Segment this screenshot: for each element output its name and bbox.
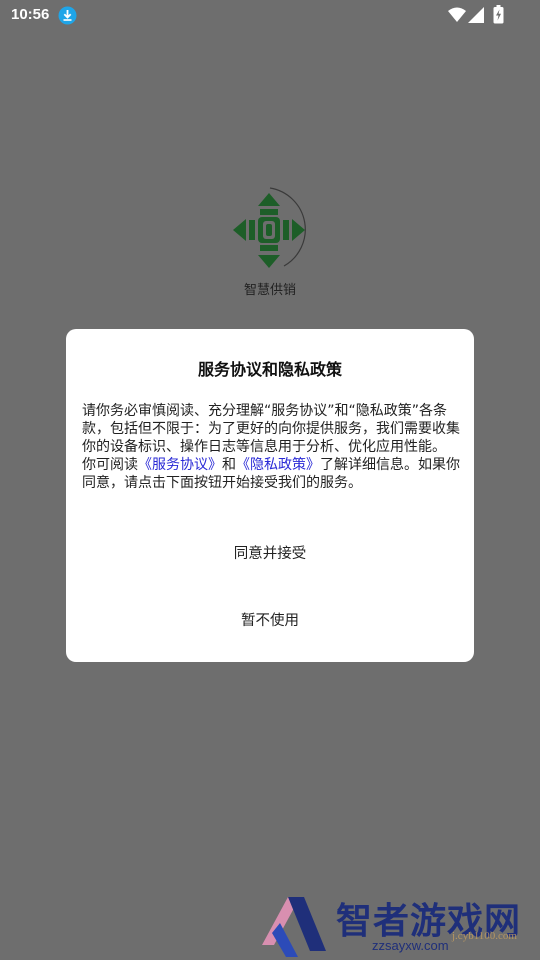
privacy-dialog: 服务协议和隐私政策 请你务必审慎阅读、充分理解“服务协议”和“隐私政策”各条款，… [66, 329, 474, 662]
dialog-body: 请你务必审慎阅读、充分理解“服务协议”和“隐私政策”各条款，包括但不限于：为了更… [82, 402, 460, 492]
status-time: 10:56 [11, 6, 50, 23]
wifi-icon [448, 7, 466, 22]
signal-icon [468, 7, 484, 23]
watermark-faint-url: j.cyb1100.com [452, 930, 517, 942]
dialog-body-text-and: 和 [222, 457, 236, 473]
status-bar: 10:56 [0, 0, 540, 32]
service-agreement-link[interactable]: 《服务协议》 [138, 457, 222, 473]
dialog-body-text-pre: 你可阅读 [82, 457, 138, 473]
decline-button[interactable]: 暂不使用 [66, 609, 474, 629]
app-logo [224, 186, 316, 272]
app-name: 智慧供销 [243, 283, 296, 298]
accept-button[interactable]: 同意并接受 [66, 542, 474, 562]
watermark-url: zzsayxw.com [372, 938, 449, 953]
gamepad-dpad-logo-icon [233, 187, 306, 268]
watermark-logo-icon [262, 897, 326, 957]
battery-charging-icon [493, 5, 504, 24]
privacy-policy-link[interactable]: 《隐私政策》 [236, 457, 320, 473]
download-icon [58, 6, 77, 25]
dialog-body-paragraph-1: 请你务必审慎阅读、充分理解“服务协议”和“隐私政策”各条款，包括但不限于：为了更… [82, 403, 460, 455]
dialog-title: 服务协议和隐私政策 [197, 360, 342, 379]
